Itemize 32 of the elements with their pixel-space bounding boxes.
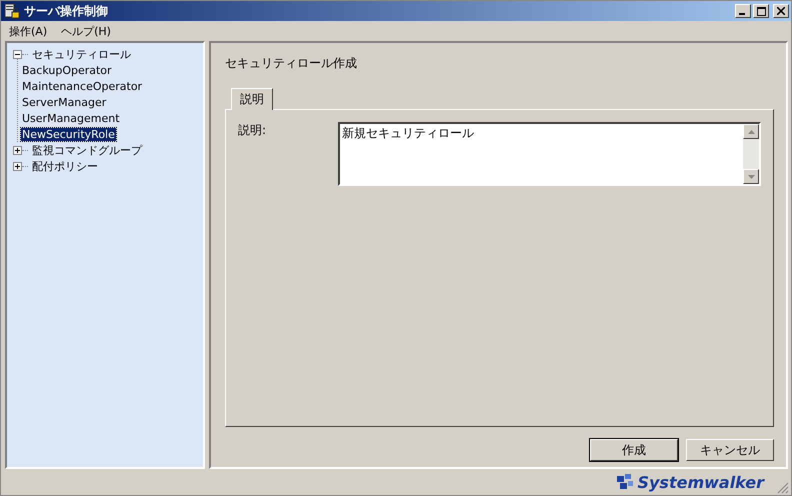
expander-icon[interactable] bbox=[13, 50, 22, 58]
tree-item[interactable]: セキュリティロール bbox=[31, 46, 132, 62]
tree-item[interactable]: UserManagement bbox=[21, 112, 121, 124]
tree-item[interactable]: BackupOperator bbox=[21, 64, 113, 76]
description-field[interactable]: 新規セキュリティロール bbox=[338, 122, 761, 186]
tree-item[interactable]: 監視コマンドグループ bbox=[31, 142, 143, 158]
scroll-up-icon bbox=[748, 130, 754, 134]
expander-icon[interactable] bbox=[13, 146, 22, 154]
menu-item[interactable]: 操作(A) bbox=[9, 24, 48, 38]
server-lock-icon bbox=[4, 3, 20, 19]
minimize-button[interactable] bbox=[735, 4, 751, 18]
tab[interactable]: 説明 bbox=[231, 88, 273, 110]
tree-item[interactable]: MaintenanceOperator bbox=[21, 80, 144, 92]
resize-grip-icon[interactable] bbox=[777, 482, 789, 494]
dialog-button[interactable]: 作成 bbox=[590, 439, 678, 461]
tree-item[interactable]: 配付ポリシー bbox=[31, 158, 99, 174]
expander-icon[interactable] bbox=[13, 162, 22, 170]
close-icon bbox=[777, 7, 785, 15]
maximize-button[interactable] bbox=[753, 4, 769, 18]
dialog-button[interactable]: キャンセル bbox=[686, 439, 774, 461]
field-label: 説明: bbox=[238, 122, 268, 139]
brand-logo-text: Systemwalker bbox=[637, 472, 764, 492]
tree-item[interactable]: NewSecurityRole bbox=[21, 128, 116, 140]
panel-heading: セキュリティロール作成 bbox=[225, 55, 358, 72]
menu-item[interactable]: ヘルプ(H) bbox=[61, 24, 111, 38]
tree-item[interactable]: ServerManager bbox=[21, 96, 108, 108]
scroll-down-icon bbox=[748, 174, 754, 178]
close-button[interactable] bbox=[773, 4, 789, 18]
logo-icon bbox=[616, 474, 634, 490]
maximize-icon bbox=[756, 6, 766, 16]
window-title: サーバ操作制御 bbox=[24, 2, 108, 20]
scrollbar[interactable] bbox=[743, 124, 759, 184]
